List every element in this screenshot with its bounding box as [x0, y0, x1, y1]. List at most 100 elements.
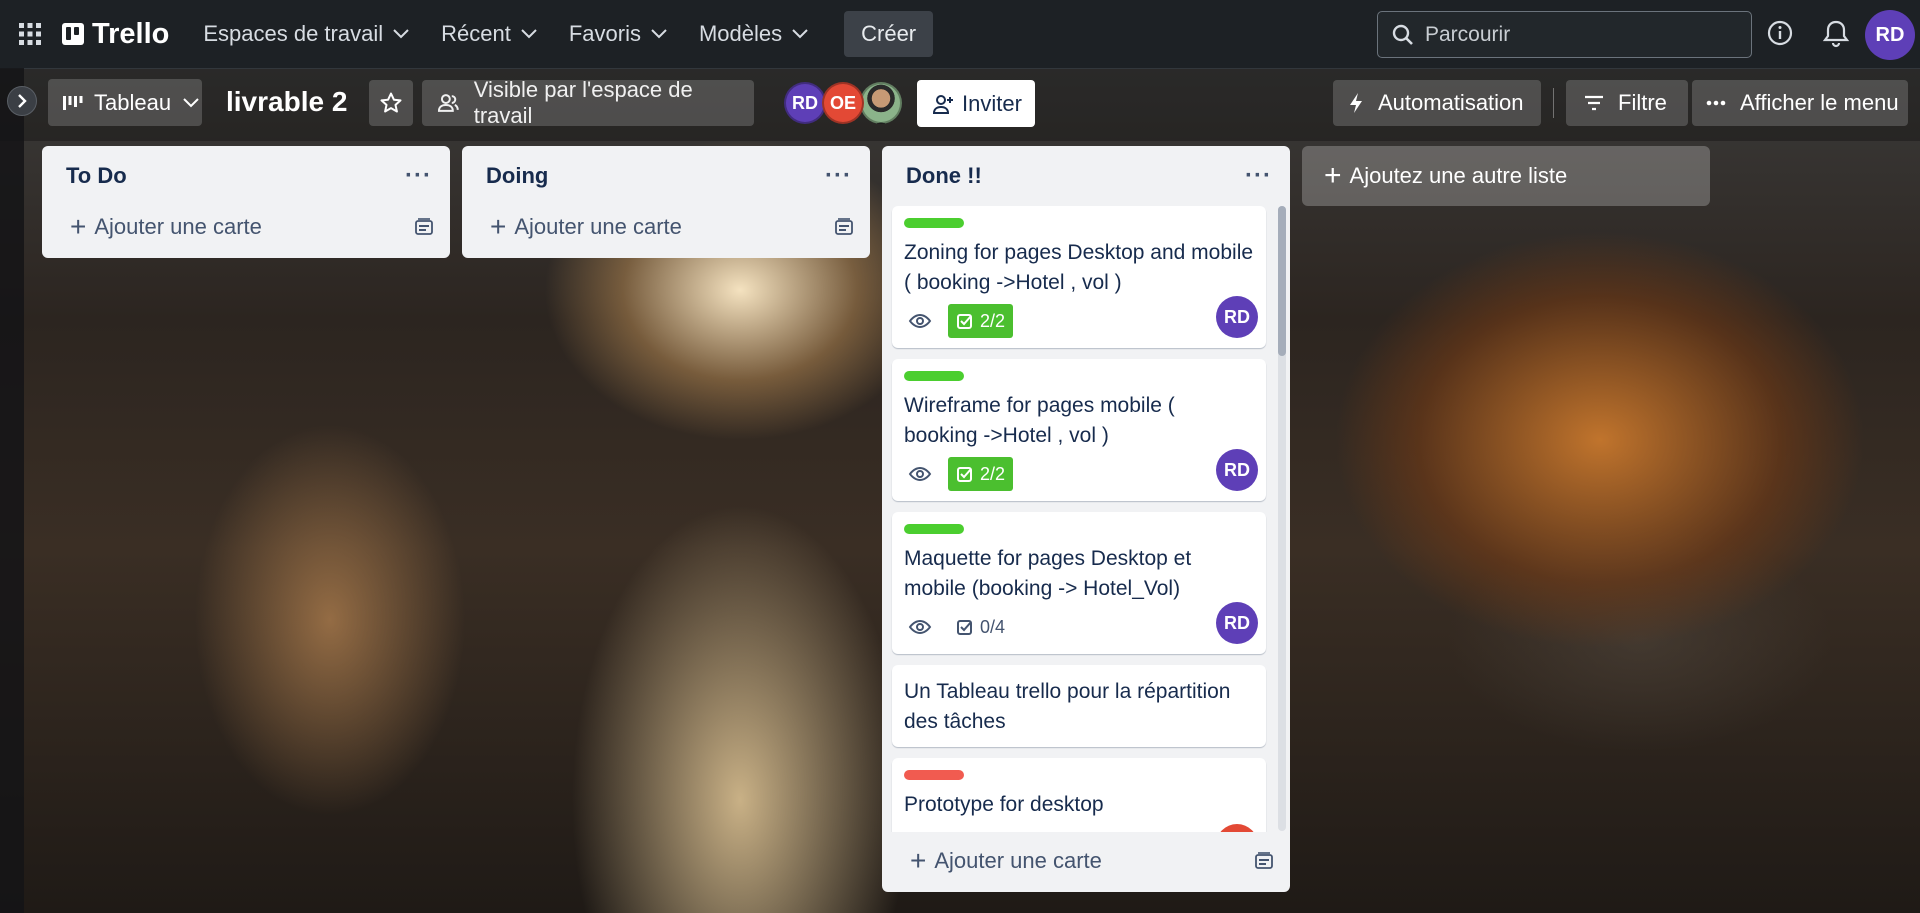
card-template-icon[interactable] [834, 217, 854, 237]
checklist-badge: 0/4 [948, 610, 1013, 644]
user-avatar[interactable]: RD [1865, 10, 1915, 60]
visibility-button[interactable]: Visible par l'espace de travail [422, 77, 754, 128]
list-footer: + Ajouter une carte [42, 196, 450, 258]
star-board-button[interactable] [369, 80, 413, 126]
member-avatar[interactable]: OE [822, 82, 864, 124]
member-avatar-photo[interactable] [860, 82, 902, 124]
list-done: Done !! ··· Zoning for pages Desktop and… [882, 146, 1290, 892]
trello-logo-icon [62, 23, 84, 45]
chevron-down-icon [393, 29, 409, 39]
card-label-red[interactable] [904, 770, 964, 780]
add-person-icon [932, 94, 953, 114]
search-input[interactable]: Parcourir [1377, 11, 1752, 58]
card-label-green[interactable] [904, 524, 964, 534]
add-card-button[interactable]: + Ajouter une carte [910, 845, 1102, 877]
list-title[interactable]: To Do [66, 163, 127, 189]
header-divider [1553, 88, 1554, 118]
menu-label: Favoris [568, 21, 641, 46]
add-card-button[interactable]: + Ajouter une carte [70, 211, 262, 243]
list-doing: Doing ··· + Ajouter une carte [462, 146, 870, 258]
lightning-icon [1350, 93, 1362, 113]
star-icon [380, 92, 402, 113]
list-actions-button[interactable]: ··· [1245, 162, 1272, 190]
automation-button[interactable]: Automatisation [1333, 80, 1541, 126]
nav-menu: Espaces de travail Récent Favoris Modèle… [187, 11, 934, 57]
list-actions-button[interactable]: ··· [825, 162, 852, 190]
list-header: Done !! ··· [882, 146, 1290, 206]
card-title: Prototype for desktop [904, 793, 1104, 816]
checklist-badge: 2/2 [948, 304, 1014, 338]
list-footer: + Ajouter une carte [462, 196, 870, 258]
card-title: Un Tableau trello pour la répartition de… [904, 680, 1231, 733]
list-actions-button[interactable]: ··· [405, 162, 432, 190]
view-label: Tableau [94, 89, 172, 115]
card[interactable]: Zoning for pages Desktop and mobile ( bo… [892, 206, 1266, 348]
menu-recent[interactable]: Récent [425, 11, 553, 57]
card[interactable]: Wireframe for pages mobile ( booking ->H… [892, 359, 1266, 501]
checklist-count: 0/4 [980, 616, 1006, 637]
card-member-avatar[interactable] [1216, 824, 1258, 832]
card[interactable]: Un Tableau trello pour la répartition de… [892, 665, 1266, 747]
add-list-button[interactable]: + Ajoutez une autre liste [1302, 146, 1710, 206]
board-title[interactable]: livrable 2 [226, 86, 347, 118]
card-member-avatar[interactable]: RD [1216, 449, 1258, 491]
bell-icon[interactable] [1822, 18, 1850, 53]
menu-label: Espaces de travail [203, 21, 384, 46]
menu-label: Récent [441, 21, 511, 46]
brand-name: Trello [92, 17, 170, 50]
card-title: Wireframe for pages mobile ( booking ->H… [904, 394, 1175, 447]
chevron-down-icon [183, 97, 199, 107]
add-list-label: Ajoutez une autre liste [1349, 163, 1568, 188]
menu-favorites[interactable]: Favoris [553, 11, 683, 57]
board-view-switcher[interactable]: Tableau [48, 79, 202, 126]
show-menu-button[interactable]: Afficher le menu [1692, 80, 1908, 126]
eye-icon [908, 619, 932, 635]
chevron-down-icon [651, 29, 667, 39]
card-member-avatar[interactable]: RD [1216, 602, 1258, 644]
search-placeholder: Parcourir [1425, 22, 1511, 46]
filter-label: Filtre [1618, 90, 1667, 115]
card-member-avatar[interactable]: RD [1216, 296, 1258, 338]
grid-icon[interactable] [10, 14, 50, 54]
card-template-icon[interactable] [414, 217, 434, 237]
list-title[interactable]: Doing [486, 163, 548, 189]
card-label-green[interactable] [904, 371, 964, 381]
card-badges: 0/4 [904, 610, 1254, 644]
expand-sidebar-button[interactable] [7, 86, 37, 116]
filter-icon [1585, 95, 1603, 111]
add-card-button[interactable]: + Ajouter une carte [490, 211, 682, 243]
card-title: Maquette for pages Desktop et mobile (bo… [904, 547, 1192, 600]
list-title[interactable]: Done !! [906, 163, 982, 189]
chevron-down-icon [792, 29, 808, 39]
menu-templates[interactable]: Modèles [683, 11, 824, 57]
invite-label: Inviter [962, 90, 1022, 116]
board-members: RD OE [784, 82, 902, 124]
list-todo: To Do ··· + Ajouter une carte [42, 146, 450, 258]
info-icon[interactable] [1765, 18, 1795, 53]
chevron-down-icon [521, 29, 537, 39]
card[interactable]: Prototype for desktop [892, 758, 1266, 832]
card-badges: 2/2 [904, 457, 1254, 491]
scrollbar[interactable] [1278, 206, 1286, 831]
card-label-green[interactable] [904, 218, 964, 228]
card-template-icon[interactable] [1254, 851, 1274, 871]
plus-icon: + [490, 211, 507, 242]
plus-icon: + [910, 845, 927, 876]
list-footer: + Ajouter une carte [882, 830, 1290, 892]
search-icon [1392, 24, 1413, 45]
show-menu-label: Afficher le menu [1740, 90, 1899, 115]
chevron-right-icon [18, 94, 27, 108]
checkbox-icon [957, 620, 972, 635]
plus-icon: + [70, 211, 87, 242]
menu-workspaces[interactable]: Espaces de travail [187, 11, 425, 57]
scroll-thumb[interactable] [1278, 206, 1286, 356]
checkbox-icon [957, 467, 972, 482]
card[interactable]: Maquette for pages Desktop et mobile (bo… [892, 512, 1266, 654]
board-icon [63, 95, 83, 110]
invite-button[interactable]: Inviter [917, 80, 1035, 127]
trello-logo[interactable]: Trello [62, 18, 169, 51]
people-icon [437, 94, 459, 112]
member-avatar[interactable]: RD [784, 82, 826, 124]
filter-button[interactable]: Filtre [1566, 80, 1688, 126]
create-button[interactable]: Créer [844, 11, 934, 57]
